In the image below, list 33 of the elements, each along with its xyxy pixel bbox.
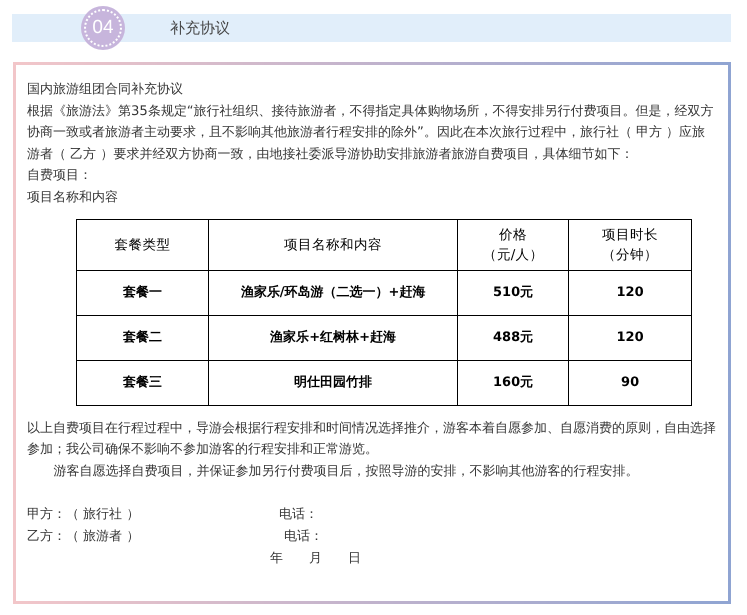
agreement-heading: 国内旅游组团合同补充协议 xyxy=(27,81,184,99)
table-cell: 渔家乐+红树林+赶海 xyxy=(208,315,458,360)
table-cell: 套餐二 xyxy=(76,315,209,360)
table-cell: 套餐三 xyxy=(76,360,209,406)
table-cell: 488元 xyxy=(457,315,569,360)
table-cell: 120 xyxy=(568,270,692,316)
column-header: 项目名称和内容 xyxy=(283,236,384,255)
date-label: 日 xyxy=(348,550,361,568)
column-header: 套餐类型 xyxy=(114,236,172,255)
note-paragraph: 以上自费项目在行程过程中，导游会根据行程安排和时间情况选择推介，游客本着自愿参加、自愿消费的原则，自由选择参加；我公司确保不影响不参加游客的行程安排和正常游览。 xyxy=(27,420,716,460)
label-text: 项目名称和内容 xyxy=(27,188,119,207)
table-cell: 160元 xyxy=(457,360,569,406)
unit-label: （元/人） xyxy=(482,246,544,265)
table-cell: 套餐一 xyxy=(76,270,209,316)
table-cell: 510元 xyxy=(457,270,569,316)
unit-label: （分钟） xyxy=(601,246,660,265)
date-label: 月 xyxy=(309,550,322,568)
number-badge: 04 xyxy=(81,6,125,50)
intro-paragraph: 根据《旅游法》第35条规定“旅行社组织、接待旅游者，不得指定具体购物场所，不得安排另行付费项目。但是，经双方协商一致或者旅游者主动要求，且不影响其他旅游者行程安排的除外”。因此在本次旅行过程中，旅行社（ 甲方 ）应旅游者（ 乙方 ）要求并经双方协商一致，由地接社委派导游协助安排旅游者旅游自费项目，具体细节如下： xyxy=(27,102,715,164)
label-text: 自费项目： xyxy=(27,167,93,186)
party-label: 甲方：（ 旅行社 ） xyxy=(27,506,140,524)
table-cell: 渔家乐/环岛游（二选一）+赶海 xyxy=(208,270,458,316)
column-header: 价格 xyxy=(498,226,528,245)
table-cell: 120 xyxy=(568,315,692,360)
party-label: 乙方：（ 旅游者 ） xyxy=(27,528,140,546)
column-header: 项目时长 xyxy=(601,226,660,245)
table-cell: 明仕田园竹排 xyxy=(208,360,458,406)
section-title: 补充协议 xyxy=(170,18,230,38)
phone-label: 电话： xyxy=(279,506,319,524)
table-cell: 90 xyxy=(568,360,692,406)
note-paragraph: 游客自愿选择自费项目，并保证参加另行付费项目后，按照导游的安排，不影响其他游客的行程安排。 xyxy=(52,462,640,481)
phone-label: 电话： xyxy=(284,528,324,546)
date-label: 年 xyxy=(270,550,283,568)
